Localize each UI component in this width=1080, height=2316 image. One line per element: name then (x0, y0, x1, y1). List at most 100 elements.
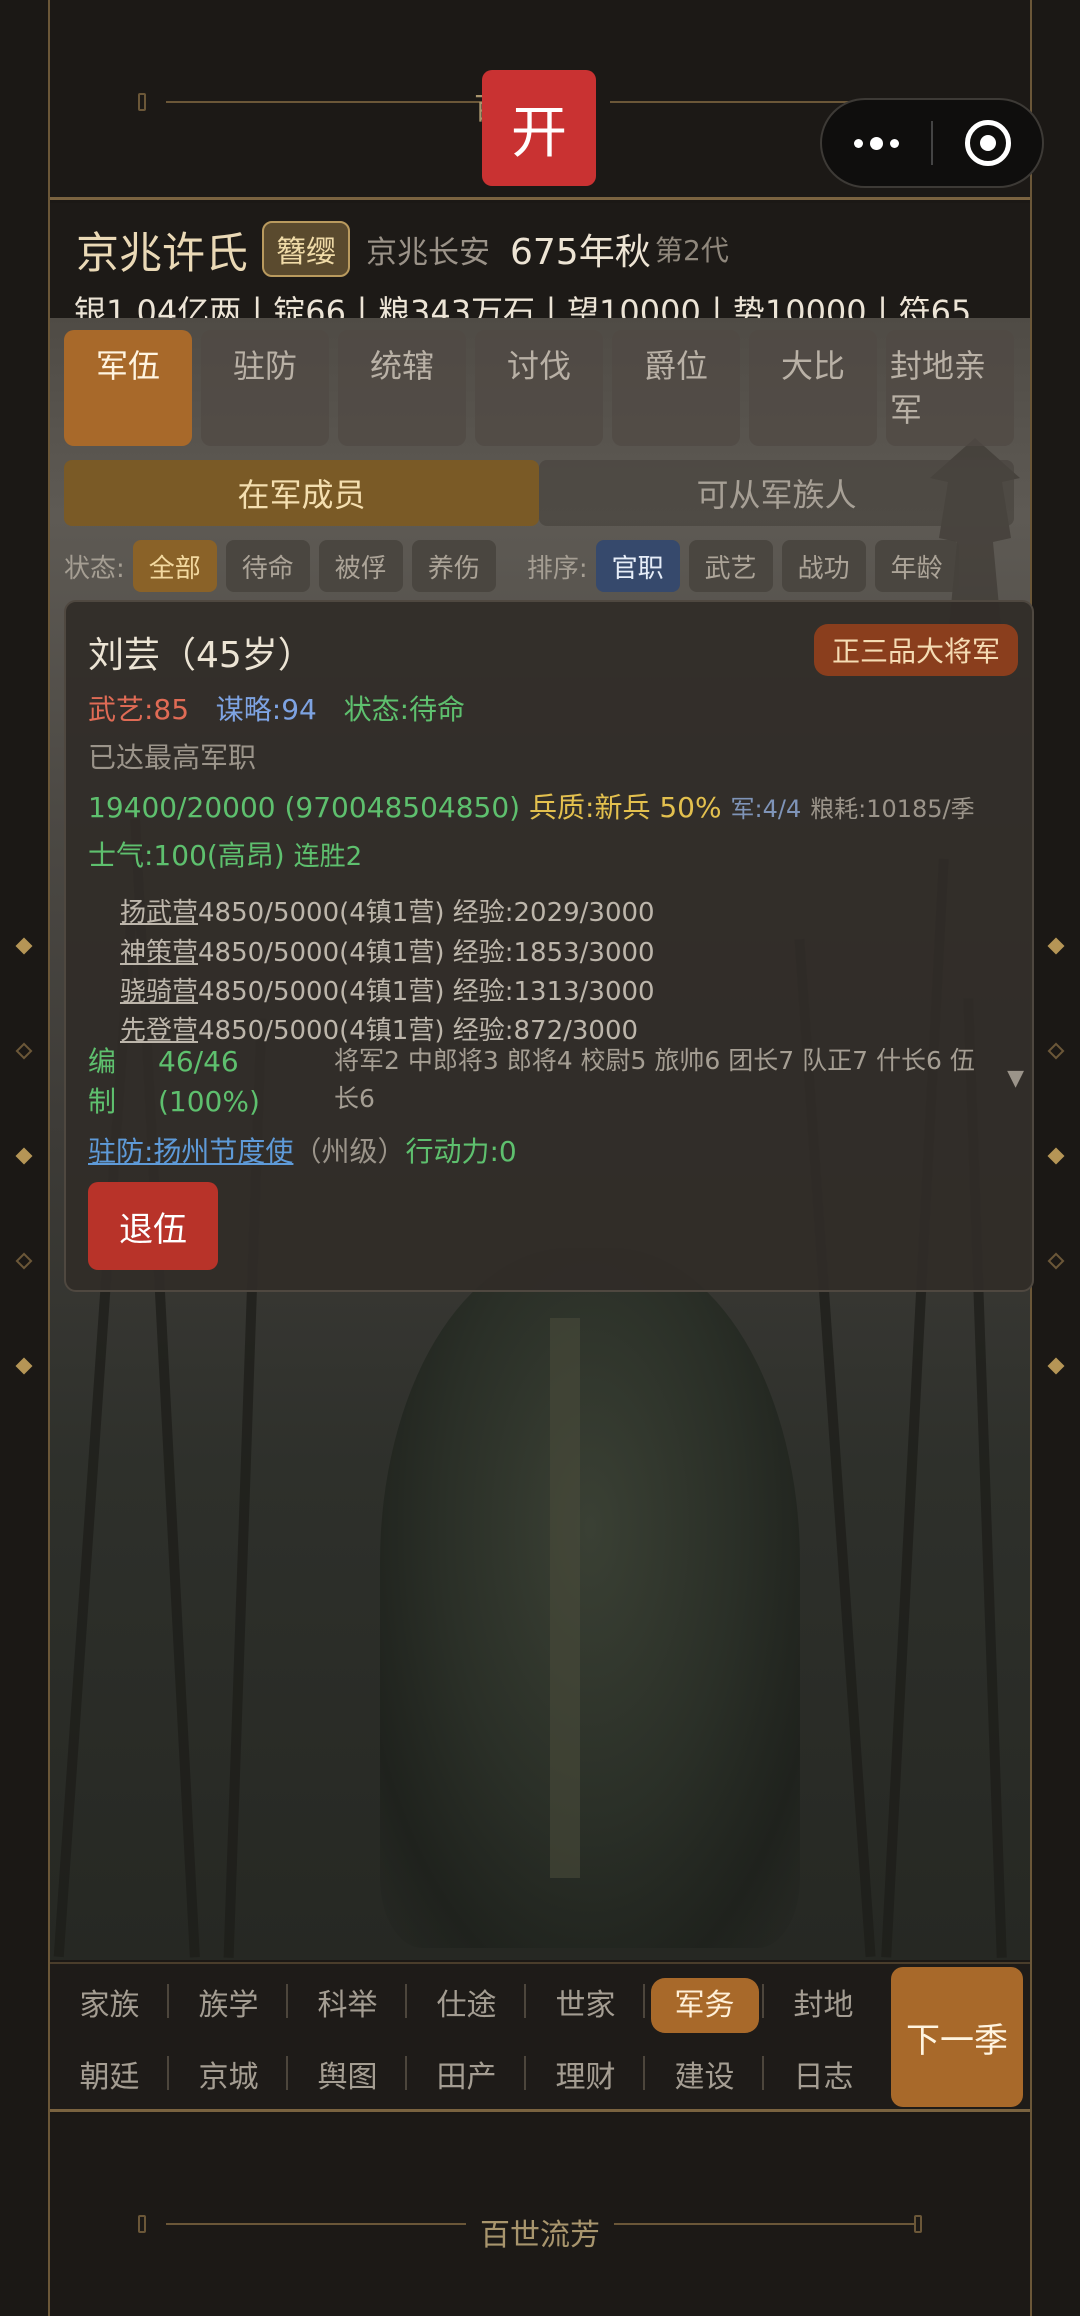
org-label: 编制 (88, 1045, 117, 1118)
member-stats: 武艺:85 谋略:94 状态:待命 (88, 688, 465, 728)
camp-detail: 4850/5000(4镇1营) 经验:2029/3000 (198, 898, 655, 928)
nav-row-1: 家族 族学 科举 仕途 世家 军务 封地 (50, 1967, 883, 2037)
garrison-link[interactable]: 驻防:扬州节度使 (88, 1135, 293, 1168)
footer: 百世流芳 (50, 2115, 1030, 2316)
title-ornament-left (138, 93, 146, 111)
nav-construction[interactable]: 建设 (645, 2052, 764, 2096)
nav-exam[interactable]: 科举 (288, 1980, 407, 2024)
side-ornament (1047, 1042, 1065, 1060)
status-filter-standby[interactable]: 待命 (225, 540, 310, 592)
camp-name-link[interactable]: 神策营 (120, 938, 198, 968)
member-name: 刘芸（45岁） (88, 635, 314, 676)
current-year: 675年秋 (510, 232, 651, 273)
camp-detail: 4850/5000(4镇1营) 经验:1853/3000 (198, 938, 655, 968)
org-count: 46/46 (100%) (158, 1045, 260, 1118)
action-power: 行动力:0 (405, 1135, 517, 1168)
mini-program-capsule (820, 98, 1044, 188)
nav-log[interactable]: 日志 (764, 2052, 883, 2096)
nav-map[interactable]: 舆图 (288, 2052, 407, 2096)
troop-quality: 兵质:新兵 50% (529, 791, 722, 824)
camp-name-link[interactable]: 骁骑营 (120, 977, 198, 1007)
tab-command[interactable]: 统辖 (338, 330, 466, 446)
nav-military[interactable]: 军务 (645, 1978, 764, 2033)
military-tabs: 军伍 驻防 统辖 讨伐 爵位 大比 封地亲军 (64, 330, 1014, 448)
org-detail: 将军2 中郎将3 郎将4 校尉5 旅帅6 团长7 队正7 什长6 伍长6 (334, 1046, 975, 1113)
retire-button[interactable]: 退伍 (88, 1182, 218, 1270)
nav-estates[interactable]: 田产 (407, 2052, 526, 2096)
camp-row: 骁骑营4850/5000(4镇1营) 经验:1313/3000 (120, 971, 655, 1008)
nav-noble-houses[interactable]: 世家 (526, 1980, 645, 2024)
side-ornament (15, 1357, 33, 1375)
tab-campaign[interactable]: 讨伐 (475, 330, 603, 446)
footer-line-right (614, 2223, 914, 2225)
troop-line: 19400/20000 (970048504850) 兵质:新兵 50% 军:4… (88, 786, 975, 826)
camp-row: 神策营4850/5000(4镇1营) 经验:1853/3000 (120, 932, 655, 969)
nav-court[interactable]: 朝廷 (50, 2052, 169, 2096)
sort-by-martial[interactable]: 武艺 (688, 540, 773, 592)
tab-garrison[interactable]: 驻防 (201, 330, 329, 446)
nav-fief[interactable]: 封地 (764, 1980, 883, 2024)
side-ornament (1047, 1252, 1065, 1270)
morale-line: 士气:100(高昂) 连胜2 (88, 834, 362, 874)
open-button[interactable]: 开 (482, 70, 596, 186)
sort-by-rank[interactable]: 官职 (595, 540, 680, 592)
footer-title: 百世流芳 (480, 2218, 600, 2253)
sort-by-merit[interactable]: 战功 (781, 540, 866, 592)
side-ornament (15, 1147, 33, 1165)
bottom-navigation: 家族 族学 科举 仕途 世家 军务 封地 朝廷 京城 舆图 田产 理财 建设 日… (50, 1962, 1030, 2112)
family-header: 京兆许氏 簪缨 京兆长安 675年秋 第2代 银1.04亿两丨锭66丨粮343万… (50, 203, 1030, 331)
camp-name-link[interactable]: 扬武营 (120, 898, 198, 928)
side-ornament (1047, 937, 1065, 955)
troop-count: 19400/20000 (970048504850) (88, 791, 521, 824)
morale: 士气:100(高昂) (88, 839, 285, 872)
sort-label: 排序: (526, 553, 588, 584)
game-screen: 百 开 京兆许氏 簪缨 京兆长安 675年秋 第2代 银1.04亿两丨锭66丨粮… (0, 0, 1080, 2316)
side-ornament (1047, 1147, 1065, 1165)
member-subtabs: 在军成员 可从军族人 (64, 460, 1014, 526)
win-streak: 连胜2 (293, 842, 363, 872)
nav-family[interactable]: 家族 (50, 1980, 169, 2024)
family-location: 京兆长安 (366, 235, 490, 271)
side-ornament (1047, 1357, 1065, 1375)
subtab-eligible-members[interactable]: 可从军族人 (539, 460, 1014, 526)
status-filter-label: 状态: (64, 553, 125, 584)
next-season-button[interactable]: 下一季 (891, 1967, 1023, 2107)
status-stat: 状态:待命 (343, 693, 465, 726)
status-filter-captured[interactable]: 被俘 (318, 540, 403, 592)
family-rank-badge[interactable]: 簪缨 (262, 221, 350, 277)
camp-row: 扬武营4850/5000(4镇1营) 经验:2029/3000 (120, 892, 655, 929)
expand-caret-icon[interactable]: ▼ (1007, 1066, 1024, 1091)
side-ornament (15, 1252, 33, 1270)
tab-fief-guard[interactable]: 封地亲军 (886, 330, 1014, 446)
tab-army[interactable]: 军伍 (64, 330, 192, 446)
filter-row: 状态: 全部 待命 被俘 养伤 排序: 官职 武艺 战功 年龄 (64, 540, 968, 592)
footer-ornament-right (914, 2215, 922, 2233)
side-ornament (15, 937, 33, 955)
subtab-enlisted-members[interactable]: 在军成员 (64, 460, 539, 526)
camp-detail: 4850/5000(4镇1营) 经验:1313/3000 (198, 977, 655, 1007)
title-line-left (166, 101, 511, 103)
martial-stat: 武艺:85 (88, 693, 190, 726)
max-rank-note: 已达最高军职 (88, 741, 257, 774)
army-count: 军:4/4 (730, 795, 802, 823)
family-name: 京兆许氏 (76, 229, 248, 279)
sort-by-age[interactable]: 年龄 (874, 540, 959, 592)
close-target-icon[interactable] (933, 120, 1042, 166)
nav-capital[interactable]: 京城 (169, 2052, 288, 2096)
tab-nobility[interactable]: 爵位 (612, 330, 740, 446)
garrison-level: （州级） (293, 1135, 406, 1168)
nav-row-2: 朝廷 京城 舆图 田产 理财 建设 日志 (50, 2039, 883, 2109)
generation-label: 第2代 (655, 234, 729, 267)
nav-career[interactable]: 仕途 (407, 1980, 526, 2024)
grain-consumption: 粮耗:10185/季 (810, 795, 975, 823)
status-filter-injured[interactable]: 养伤 (411, 540, 496, 592)
member-card: 刘芸（45岁） 正三品大将军 武艺:85 谋略:94 状态:待命 已达最高军职 … (64, 600, 1034, 1292)
more-icon[interactable] (822, 136, 931, 150)
nav-clan-school[interactable]: 族学 (169, 1980, 288, 2024)
nav-finance[interactable]: 理财 (526, 2052, 645, 2096)
status-filter-all[interactable]: 全部 (132, 540, 217, 592)
side-ornament (15, 1042, 33, 1060)
tab-tournament[interactable]: 大比 (749, 330, 877, 446)
member-rank-tag: 正三品大将军 (814, 624, 1019, 676)
garrison-line: 驻防:扬州节度使（州级）行动力:0 (88, 1130, 517, 1170)
